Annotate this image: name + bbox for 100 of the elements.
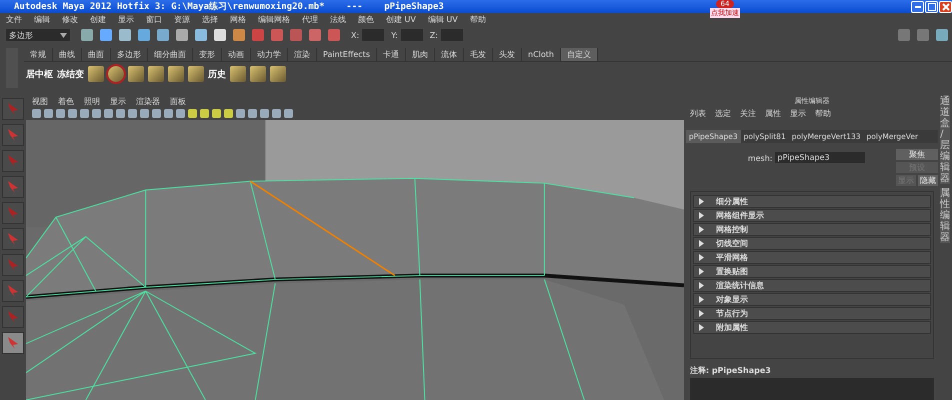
- shelf-icon[interactable]: [250, 66, 266, 82]
- menu-item[interactable]: 编辑: [34, 14, 50, 25]
- tool-icon[interactable]: [119, 29, 131, 41]
- menu-item[interactable]: 编辑 UV: [428, 14, 458, 25]
- viewport-menu-item[interactable]: 视图: [32, 96, 48, 107]
- viewport-menu-item[interactable]: 显示: [110, 96, 126, 107]
- tool-icon[interactable]: [195, 29, 207, 41]
- menu-item[interactable]: 帮助: [470, 14, 486, 25]
- shelf-tab[interactable]: 卡通: [377, 48, 406, 61]
- tool-button[interactable]: [2, 332, 24, 354]
- viewport-menu-item[interactable]: 面板: [170, 96, 186, 107]
- tool-button[interactable]: [2, 202, 24, 224]
- tool-button[interactable]: [2, 124, 24, 146]
- side-tab[interactable]: 属性编辑器: [940, 188, 950, 243]
- tool-button[interactable]: [2, 98, 24, 120]
- viewport-menu-item[interactable]: 照明: [84, 96, 100, 107]
- shelf-icon[interactable]: [88, 66, 104, 82]
- viewport-menu-item[interactable]: 着色: [58, 96, 74, 107]
- tool-button[interactable]: [2, 306, 24, 328]
- tool-icon[interactable]: [214, 29, 226, 41]
- collapsed-section[interactable]: 置换贴图: [692, 265, 932, 278]
- menu-item[interactable]: 编辑网格: [258, 14, 290, 25]
- editor-button[interactable]: 聚焦: [896, 149, 938, 160]
- panel-icon[interactable]: [936, 29, 948, 41]
- tool-icon[interactable]: [100, 29, 112, 41]
- close-button[interactable]: [939, 0, 952, 12]
- shelf-button[interactable]: 冻结变: [57, 68, 84, 80]
- menu-item[interactable]: 创建 UV: [386, 14, 416, 25]
- viewport-menu-item[interactable]: 渲染器: [136, 96, 160, 107]
- menu-item[interactable]: 属性: [764, 108, 781, 118]
- shelf-tab[interactable]: 动力学: [251, 48, 288, 61]
- notes-field[interactable]: [690, 378, 934, 400]
- shelf-tab[interactable]: 肌肉: [406, 48, 435, 61]
- collapsed-section[interactable]: 切线空间: [692, 237, 932, 250]
- shelf-tab[interactable]: 细分曲面: [148, 48, 193, 61]
- tool-icon[interactable]: [309, 29, 321, 41]
- menu-item[interactable]: 窗口: [146, 14, 162, 25]
- shelf-tab[interactable]: 常规: [24, 48, 53, 61]
- menu-item[interactable]: 网格: [230, 14, 246, 25]
- menu-item[interactable]: 法线: [330, 14, 346, 25]
- shelf-icon[interactable]: [230, 66, 246, 82]
- coordinate-field[interactable]: [400, 29, 423, 41]
- mode-dropdown[interactable]: 多边形: [6, 29, 70, 41]
- menu-item[interactable]: 颜色: [358, 14, 374, 25]
- shelf-tab[interactable]: 曲面: [82, 48, 111, 61]
- tool-button[interactable]: [2, 150, 24, 172]
- shelf-tab[interactable]: 渲染: [288, 48, 317, 61]
- tool-button[interactable]: [2, 280, 24, 302]
- shelf-tab[interactable]: PaintEffects: [317, 48, 377, 61]
- shelf-tab[interactable]: 流体: [435, 48, 464, 61]
- shelf-tab[interactable]: 多边形: [111, 48, 148, 61]
- menu-item[interactable]: 文件: [6, 14, 22, 25]
- tool-button[interactable]: [2, 176, 24, 198]
- shelf-tab[interactable]: 头发: [493, 48, 522, 61]
- shelf-icon[interactable]: [270, 66, 286, 82]
- shelf-icon[interactable]: [108, 66, 124, 82]
- shelf-button[interactable]: 居中枢: [26, 68, 53, 80]
- shelf-tab[interactable]: 曲线: [53, 48, 82, 61]
- tool-icon[interactable]: [328, 29, 340, 41]
- menu-item[interactable]: 关注: [740, 108, 756, 118]
- shelf-tab[interactable]: 自定义: [560, 48, 598, 61]
- shelf-icon[interactable]: [188, 66, 204, 82]
- tool-icon[interactable]: [233, 29, 245, 41]
- menu-item[interactable]: 显示: [118, 14, 134, 25]
- tool-icon[interactable]: [157, 29, 169, 41]
- shelf-icon[interactable]: [148, 66, 164, 82]
- collapsed-section[interactable]: 节点行为: [692, 307, 932, 320]
- menu-item[interactable]: 修改: [62, 14, 78, 25]
- collapsed-section[interactable]: 网格组件显示: [692, 209, 932, 222]
- menu-item[interactable]: 帮助: [814, 108, 831, 118]
- menu-item[interactable]: 代理: [302, 14, 318, 25]
- menu-item[interactable]: 选定: [714, 108, 731, 118]
- menu-item[interactable]: 资源: [174, 14, 190, 25]
- collapsed-section[interactable]: 网格控制: [692, 223, 932, 236]
- collapsed-section[interactable]: 渲染统计信息: [692, 279, 932, 292]
- menu-item[interactable]: 显示: [790, 108, 806, 118]
- menu-item[interactable]: 创建: [90, 14, 106, 25]
- tool-icon[interactable]: [138, 29, 150, 41]
- collapsed-section[interactable]: 附加属性: [692, 321, 932, 334]
- coordinate-field[interactable]: [362, 29, 384, 41]
- collapsed-section[interactable]: 细分属性: [692, 195, 932, 208]
- shelf-button[interactable]: 历史: [208, 68, 226, 80]
- shelf-icon[interactable]: [168, 66, 184, 82]
- side-tab[interactable]: 通道盒/层编辑器: [940, 96, 950, 184]
- mesh-name-field[interactable]: pPipeShape3: [775, 152, 866, 163]
- shelf-tab[interactable]: 变形: [193, 48, 222, 61]
- tool-icon[interactable]: [176, 29, 188, 41]
- shelf-tab[interactable]: 动画: [222, 48, 251, 61]
- shelf-icon[interactable]: [128, 66, 144, 82]
- tool-icon[interactable]: [271, 29, 283, 41]
- collapsed-section[interactable]: 平滑网格: [692, 251, 932, 264]
- shelf-tab[interactable]: 毛发: [464, 48, 493, 61]
- menu-item[interactable]: 选择: [202, 14, 218, 25]
- collapsed-section[interactable]: 对象显示: [692, 293, 932, 306]
- menu-item[interactable]: 列表: [690, 108, 706, 118]
- maximize-button[interactable]: [925, 0, 938, 12]
- editor-button[interactable]: 隐藏: [918, 175, 938, 186]
- tool-icon[interactable]: [81, 29, 93, 41]
- tool-button[interactable]: [2, 228, 24, 250]
- minimize-button[interactable]: [911, 0, 924, 12]
